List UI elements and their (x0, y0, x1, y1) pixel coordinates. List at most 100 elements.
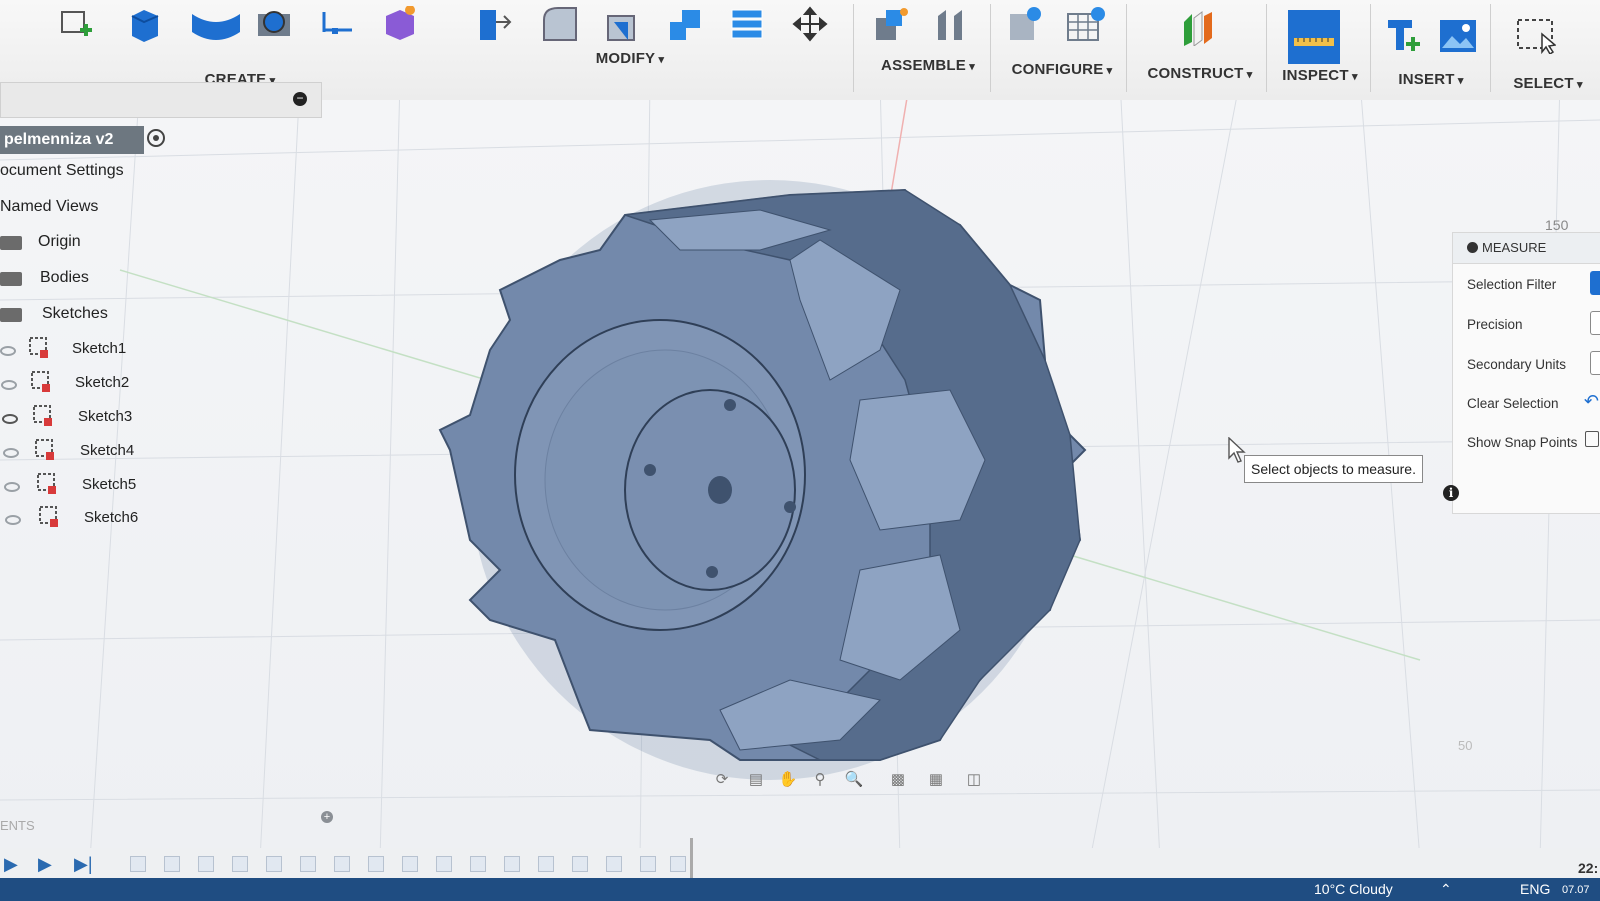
clock-date[interactable]: 07.07 (1562, 884, 1590, 896)
folder-icon (0, 308, 22, 322)
timeline-feature[interactable] (572, 856, 588, 872)
go-to-end-icon[interactable]: ▶| (74, 854, 93, 875)
display-settings-icon[interactable]: ▩ (888, 770, 908, 790)
browser-item-document-settings[interactable]: ocument Settings (0, 162, 124, 180)
browser-header[interactable]: − (0, 82, 322, 118)
timeline-feature[interactable] (402, 856, 418, 872)
sketch-item[interactable]: Sketch4 (80, 442, 134, 459)
zoom-icon[interactable]: ⚲ (810, 770, 830, 790)
visibility-eye-icon[interactable] (1, 380, 17, 390)
configure-label[interactable]: CONFIGURE (1002, 61, 1122, 78)
info-icon[interactable]: i (1443, 485, 1459, 501)
timeline-feature[interactable] (334, 856, 350, 872)
configure-group[interactable]: CONFIGURE (1002, 0, 1122, 100)
measure-icon[interactable] (1286, 8, 1342, 66)
grid-settings-icon[interactable]: ▦ (926, 770, 946, 790)
sketch-item[interactable]: Sketch5 (82, 476, 136, 493)
inspect-label[interactable]: INSPECT (1272, 67, 1368, 84)
configuration-table-icon[interactable] (1066, 6, 1106, 42)
select-label[interactable]: SELECT (1496, 75, 1600, 92)
new-sketch-icon[interactable] (58, 6, 98, 42)
timeline-feature[interactable] (300, 856, 316, 872)
timeline-feature[interactable] (130, 856, 146, 872)
new-component-icon[interactable] (872, 6, 912, 42)
fillet-icon[interactable] (540, 6, 580, 42)
visibility-eye-icon[interactable] (4, 482, 20, 492)
browser-item-bodies[interactable]: Bodies (40, 269, 89, 287)
zoom-window-icon[interactable]: 🔍 (844, 770, 864, 790)
construct-label[interactable]: CONSTRUCT (1140, 65, 1260, 82)
orbit-icon[interactable]: ⟳ (712, 770, 732, 790)
sketch-item[interactable]: Sketch2 (75, 374, 129, 391)
form-icon[interactable] (380, 6, 420, 42)
modify-group[interactable]: MODIFY (470, 0, 850, 100)
timeline-feature[interactable] (266, 856, 282, 872)
insert-group[interactable]: INSERT (1376, 0, 1486, 100)
visibility-eye-icon[interactable] (0, 346, 16, 356)
collapse-browser-icon[interactable]: − (293, 92, 307, 106)
browser-item-named-views[interactable]: Named Views (0, 198, 98, 216)
clock-time[interactable]: 22: (1578, 860, 1598, 876)
construct-group[interactable]: CONSTRUCT (1140, 0, 1260, 100)
timeline-feature[interactable] (538, 856, 554, 872)
shell-icon[interactable] (604, 6, 644, 42)
step-forward-icon[interactable]: ▶​ (38, 854, 52, 875)
revolve-icon[interactable] (188, 6, 244, 42)
window-select-icon[interactable] (1516, 18, 1556, 54)
insert-label[interactable]: INSERT (1376, 71, 1486, 88)
timeline-feature[interactable] (368, 856, 384, 872)
timeline-feature[interactable] (504, 856, 520, 872)
joint-icon[interactable] (932, 6, 972, 42)
look-at-icon[interactable]: ▤ (746, 770, 766, 790)
assemble-label[interactable]: ASSEMBLE (868, 57, 988, 74)
clear-selection-icon[interactable]: ↶ (1584, 391, 1599, 412)
timeline-feature[interactable] (640, 856, 656, 872)
timeline-feature[interactable] (232, 856, 248, 872)
visibility-eye-icon[interactable] (2, 414, 18, 424)
modify-label[interactable]: MODIFY (410, 50, 850, 67)
viewports-icon[interactable]: ◫ (964, 770, 984, 790)
add-comment-icon[interactable]: + (321, 811, 333, 823)
sketch-item[interactable]: Sketch6 (84, 509, 138, 526)
secondary-units-dropdown[interactable] (1590, 351, 1600, 375)
configure-icon[interactable] (1006, 6, 1046, 42)
sketch-item[interactable]: Sketch3 (78, 408, 132, 425)
replace-face-icon[interactable] (728, 6, 768, 42)
play-icon[interactable]: ▶ (4, 854, 18, 875)
activate-icon[interactable] (147, 129, 165, 147)
show-snap-points-checkbox[interactable] (1585, 431, 1599, 447)
press-pull-icon[interactable] (476, 6, 516, 42)
insert-derive-icon[interactable] (1384, 16, 1424, 52)
extrude-icon[interactable] (126, 6, 166, 42)
insert-canvas-icon[interactable] (1438, 18, 1478, 54)
measure-panel-header[interactable]: MEASURE (1453, 233, 1600, 264)
timeline-feature[interactable] (606, 856, 622, 872)
document-title[interactable]: pelmenniza v2 (0, 126, 144, 154)
offset-plane-icon[interactable] (1180, 10, 1220, 46)
visibility-eye-icon[interactable] (5, 515, 21, 525)
hole-icon[interactable] (254, 6, 294, 42)
timeline-feature[interactable] (198, 856, 214, 872)
visibility-eye-icon[interactable] (3, 448, 19, 458)
inspect-group[interactable]: INSPECT (1272, 0, 1368, 100)
timeline-feature[interactable] (470, 856, 486, 872)
sketch-item[interactable]: Sketch1 (72, 340, 126, 357)
weather-text[interactable]: 10°C Cloudy (1314, 881, 1393, 897)
move-icon[interactable] (790, 6, 830, 42)
language-indicator[interactable]: ENG (1520, 881, 1550, 897)
precision-dropdown[interactable] (1590, 311, 1600, 335)
selection-filter-control[interactable] (1590, 271, 1600, 295)
assemble-group[interactable]: ASSEMBLE (868, 0, 988, 100)
tray-chevron-icon[interactable]: ⌃ (1440, 881, 1452, 898)
combine-icon[interactable] (666, 6, 706, 42)
browser-item-sketches[interactable]: Sketches (42, 305, 108, 323)
pan-icon[interactable]: ✋ (778, 770, 798, 790)
timeline-feature[interactable] (436, 856, 452, 872)
timeline-feature[interactable] (670, 856, 686, 872)
timeline-marker[interactable] (690, 838, 693, 878)
browser-item-origin[interactable]: Origin (38, 233, 81, 251)
timeline-feature[interactable] (164, 856, 180, 872)
line-icon[interactable] (318, 6, 358, 42)
collapse-dot-icon[interactable] (1467, 242, 1478, 253)
select-group[interactable]: SELECT (1496, 0, 1600, 100)
